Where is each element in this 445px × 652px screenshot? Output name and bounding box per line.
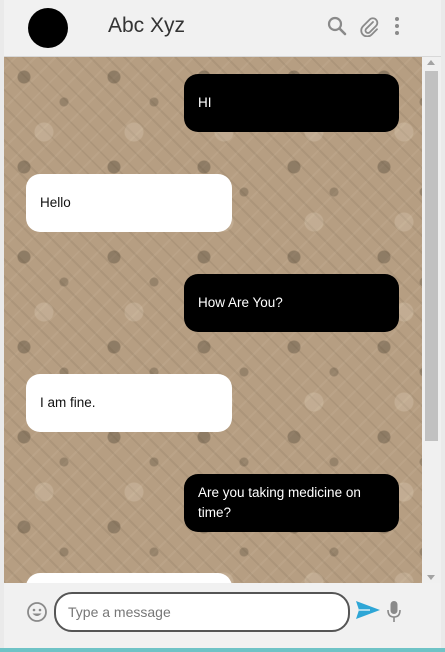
contact-name[interactable]: Abc Xyz bbox=[108, 14, 185, 38]
message-sent: HI bbox=[184, 74, 399, 132]
scroll-up-icon[interactable] bbox=[427, 60, 435, 65]
message-composer bbox=[4, 583, 441, 648]
message-received: I am fine. bbox=[26, 374, 232, 432]
app-frame: Abc Xyz HI Hello How Are You? I am fine.… bbox=[0, 0, 445, 652]
message-received: Hello bbox=[26, 174, 232, 232]
mic-icon[interactable] bbox=[386, 600, 402, 624]
message-text: How Are You? bbox=[198, 295, 283, 310]
more-vert-icon[interactable] bbox=[386, 15, 408, 37]
message-input[interactable] bbox=[54, 592, 350, 632]
search-icon[interactable] bbox=[326, 15, 348, 37]
scroll-down-icon[interactable] bbox=[427, 575, 435, 580]
message-list[interactable]: HI Hello How Are You? I am fine. Are you… bbox=[4, 57, 422, 583]
window-bottom-edge bbox=[0, 648, 445, 652]
emoji-icon[interactable] bbox=[26, 601, 48, 623]
message-text: HI bbox=[198, 95, 212, 110]
attachment-icon[interactable] bbox=[358, 15, 380, 37]
message-text: Are you taking medicine on time? bbox=[198, 485, 361, 520]
scroll-thumb[interactable] bbox=[425, 71, 438, 441]
message-text: I am fine. bbox=[40, 395, 96, 410]
message-text: Hello bbox=[40, 195, 71, 210]
chat-window: Abc Xyz HI Hello How Are You? I am fine.… bbox=[4, 0, 441, 648]
message-sent: Are you taking medicine on time? bbox=[184, 474, 399, 532]
chat-scrollbar[interactable] bbox=[422, 57, 441, 583]
avatar[interactable] bbox=[28, 8, 68, 48]
message-received-partial bbox=[26, 573, 232, 583]
message-sent: How Are You? bbox=[184, 274, 399, 332]
send-icon[interactable] bbox=[354, 599, 382, 621]
chat-header: Abc Xyz bbox=[4, 0, 441, 57]
